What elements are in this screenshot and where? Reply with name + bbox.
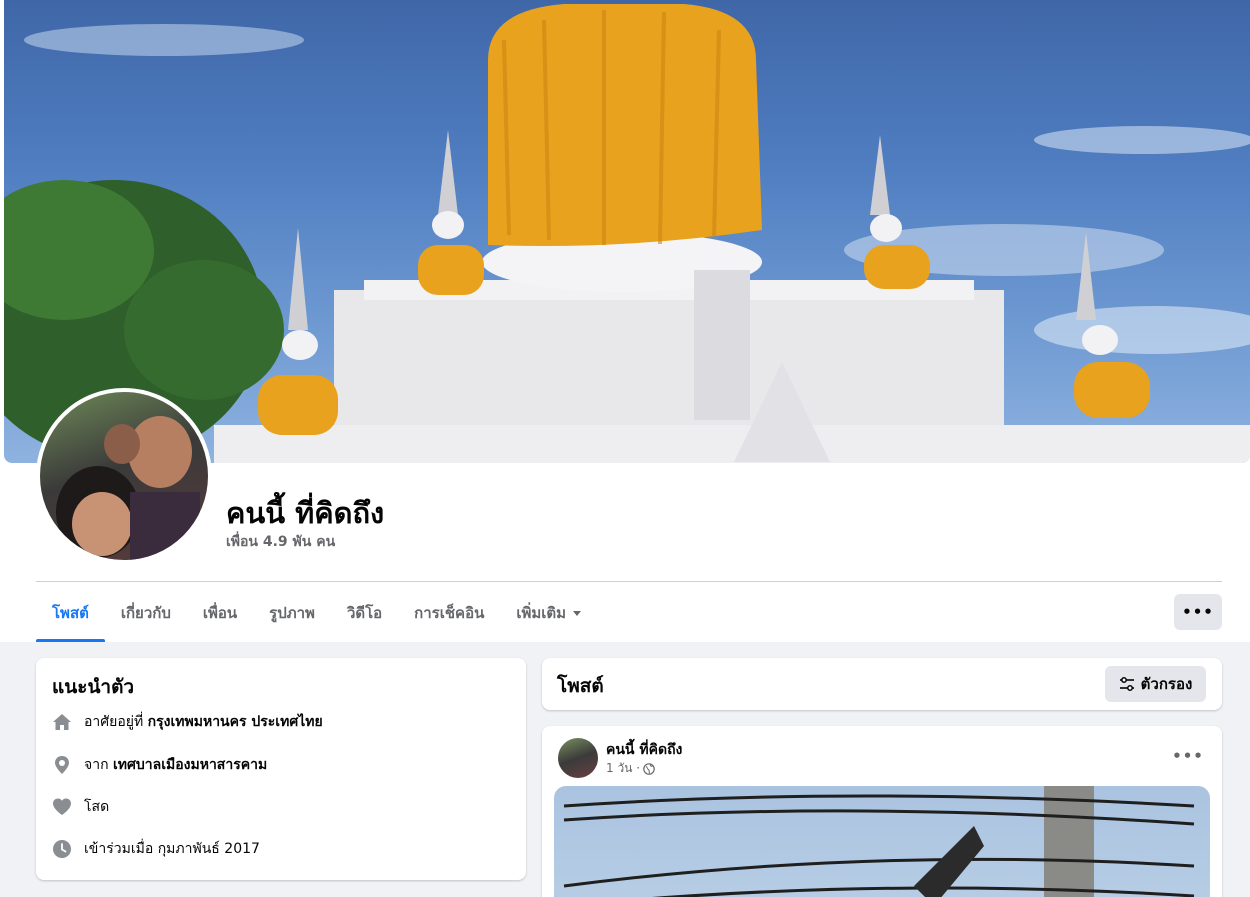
post-image[interactable] xyxy=(554,786,1210,897)
joined-value: เข้าร่วมเมื่อ กุมภาพันธ์ 2017 xyxy=(84,841,260,857)
intro-from: จาก เทศบาลเมืองมหาสารคาม xyxy=(52,753,267,777)
cover-photo[interactable] xyxy=(4,0,1250,463)
tab-more[interactable]: เพิ่มเติม xyxy=(500,584,597,642)
tab-label: รูปภาพ xyxy=(269,604,315,622)
tab-label: การเช็คอิน xyxy=(414,604,485,622)
profile-options-button[interactable]: ••• xyxy=(1174,594,1222,630)
clock-icon xyxy=(52,839,72,859)
posts-title: โพสต์ xyxy=(557,675,604,697)
intro-title: แนะนำตัว xyxy=(52,676,135,698)
tab-label: เพิ่มเติม xyxy=(516,604,567,622)
home-icon xyxy=(52,712,72,732)
filter-button[interactable]: ตัวกรอง xyxy=(1105,666,1206,702)
tab-about[interactable]: เกี่ยวกับ xyxy=(105,584,187,642)
intro-lives-in: อาศัยอยู่ที่ กรุงเทพมหานคร ประเทศไทย xyxy=(52,710,323,734)
post-author-name[interactable]: คนนี้ ที่คิดถึง xyxy=(606,739,682,761)
lives-prefix: อาศัยอยู่ที่ xyxy=(84,714,144,730)
heart-icon xyxy=(52,797,72,817)
tab-friends[interactable]: เพื่อน xyxy=(187,584,253,642)
post-meta: 1 วัน · xyxy=(606,759,655,778)
profile-tabs: โพสต์ เกี่ยวกับ เพื่อน รูปภาพ วิดีโอ การ… xyxy=(36,584,597,642)
post-image-illustration xyxy=(563,786,1195,897)
intro-relationship: โสด xyxy=(52,795,109,819)
friend-count[interactable]: เพื่อน 4.9 พัน คน xyxy=(226,531,335,553)
filter-label: ตัวกรอง xyxy=(1140,675,1193,693)
tab-label: โพสต์ xyxy=(52,604,89,622)
globe-icon xyxy=(643,762,655,775)
from-value[interactable]: เทศบาลเมืองมหาสารคาม xyxy=(113,754,267,776)
tab-photos[interactable]: รูปภาพ xyxy=(253,584,331,642)
header-divider xyxy=(36,581,1222,582)
post-options-button[interactable]: ••• xyxy=(1172,742,1204,770)
cover-illustration xyxy=(4,4,1250,463)
from-prefix: จาก xyxy=(84,757,109,773)
post-card: คนนี้ ที่คิดถึง 1 วัน · ••• xyxy=(542,726,1222,897)
filter-icon xyxy=(1119,677,1134,691)
profile-avatar[interactable] xyxy=(36,388,212,564)
caret-down-icon xyxy=(573,610,582,616)
intro-card: แนะนำตัว อาศัยอยู่ที่ กรุงเทพมหานคร ประเ… xyxy=(36,658,526,880)
tab-posts[interactable]: โพสต์ xyxy=(36,584,105,642)
tab-label: เกี่ยวกับ xyxy=(120,604,171,622)
relationship-value: โสด xyxy=(84,799,110,815)
tab-label: เพื่อน xyxy=(202,604,238,622)
tab-videos[interactable]: วิดีโอ xyxy=(331,584,398,642)
tab-checkins[interactable]: การเช็คอิน xyxy=(398,584,500,642)
lives-value[interactable]: กรุงเทพมหานคร ประเทศไทย xyxy=(148,711,323,733)
profile-header: คนนี้ ที่คิดถึง เพื่อน 4.9 พัน คน โพสต์ … xyxy=(0,0,1250,642)
intro-joined: เข้าร่วมเมื่อ กุมภาพันธ์ 2017 xyxy=(52,837,260,861)
location-pin-icon xyxy=(52,755,72,775)
post-time[interactable]: 1 วัน · xyxy=(606,759,640,778)
post-author-avatar[interactable] xyxy=(558,738,598,778)
avatar-illustration xyxy=(56,416,200,560)
posts-header-card: โพสต์ ตัวกรอง xyxy=(542,658,1222,710)
tab-label: วิดีโอ xyxy=(346,604,383,622)
profile-name: คนนี้ ที่คิดถึง xyxy=(226,496,385,530)
